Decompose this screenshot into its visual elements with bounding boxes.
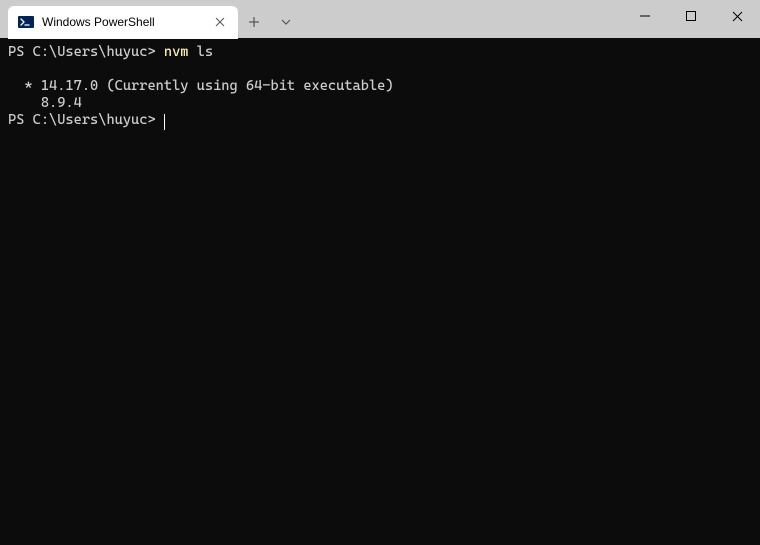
powershell-icon xyxy=(18,14,34,30)
titlebar: Windows PowerShell xyxy=(0,0,760,38)
output-line: * 14.17.0 (Currently using 64-bit execut… xyxy=(8,78,752,95)
tab-title: Windows PowerShell xyxy=(42,15,212,29)
output-line: 8.9.4 xyxy=(8,95,752,112)
terminal-line: PS C:\Users\huyuc> nvm ls xyxy=(8,44,752,61)
window-controls xyxy=(622,0,760,32)
blank-line xyxy=(8,61,752,78)
prompt: PS C:\Users\huyuc> xyxy=(8,112,164,128)
tab-dropdown-button[interactable] xyxy=(270,6,302,38)
tab-area: Windows PowerShell xyxy=(0,0,302,41)
close-button[interactable] xyxy=(714,0,760,32)
command-name: nvm xyxy=(164,44,189,60)
tab-actions xyxy=(238,3,302,41)
command-arg: ls xyxy=(188,44,213,60)
tab-powershell[interactable]: Windows PowerShell xyxy=(8,6,238,39)
terminal-body[interactable]: PS C:\Users\huyuc> nvm ls * 14.17.0 (Cur… xyxy=(0,38,760,135)
tab-close-button[interactable] xyxy=(212,14,228,30)
prompt: PS C:\Users\huyuc> xyxy=(8,44,164,60)
maximize-button[interactable] xyxy=(668,0,714,32)
minimize-button[interactable] xyxy=(622,0,668,32)
terminal-line: PS C:\Users\huyuc> xyxy=(8,112,752,129)
cursor xyxy=(164,114,165,130)
new-tab-button[interactable] xyxy=(238,6,270,38)
